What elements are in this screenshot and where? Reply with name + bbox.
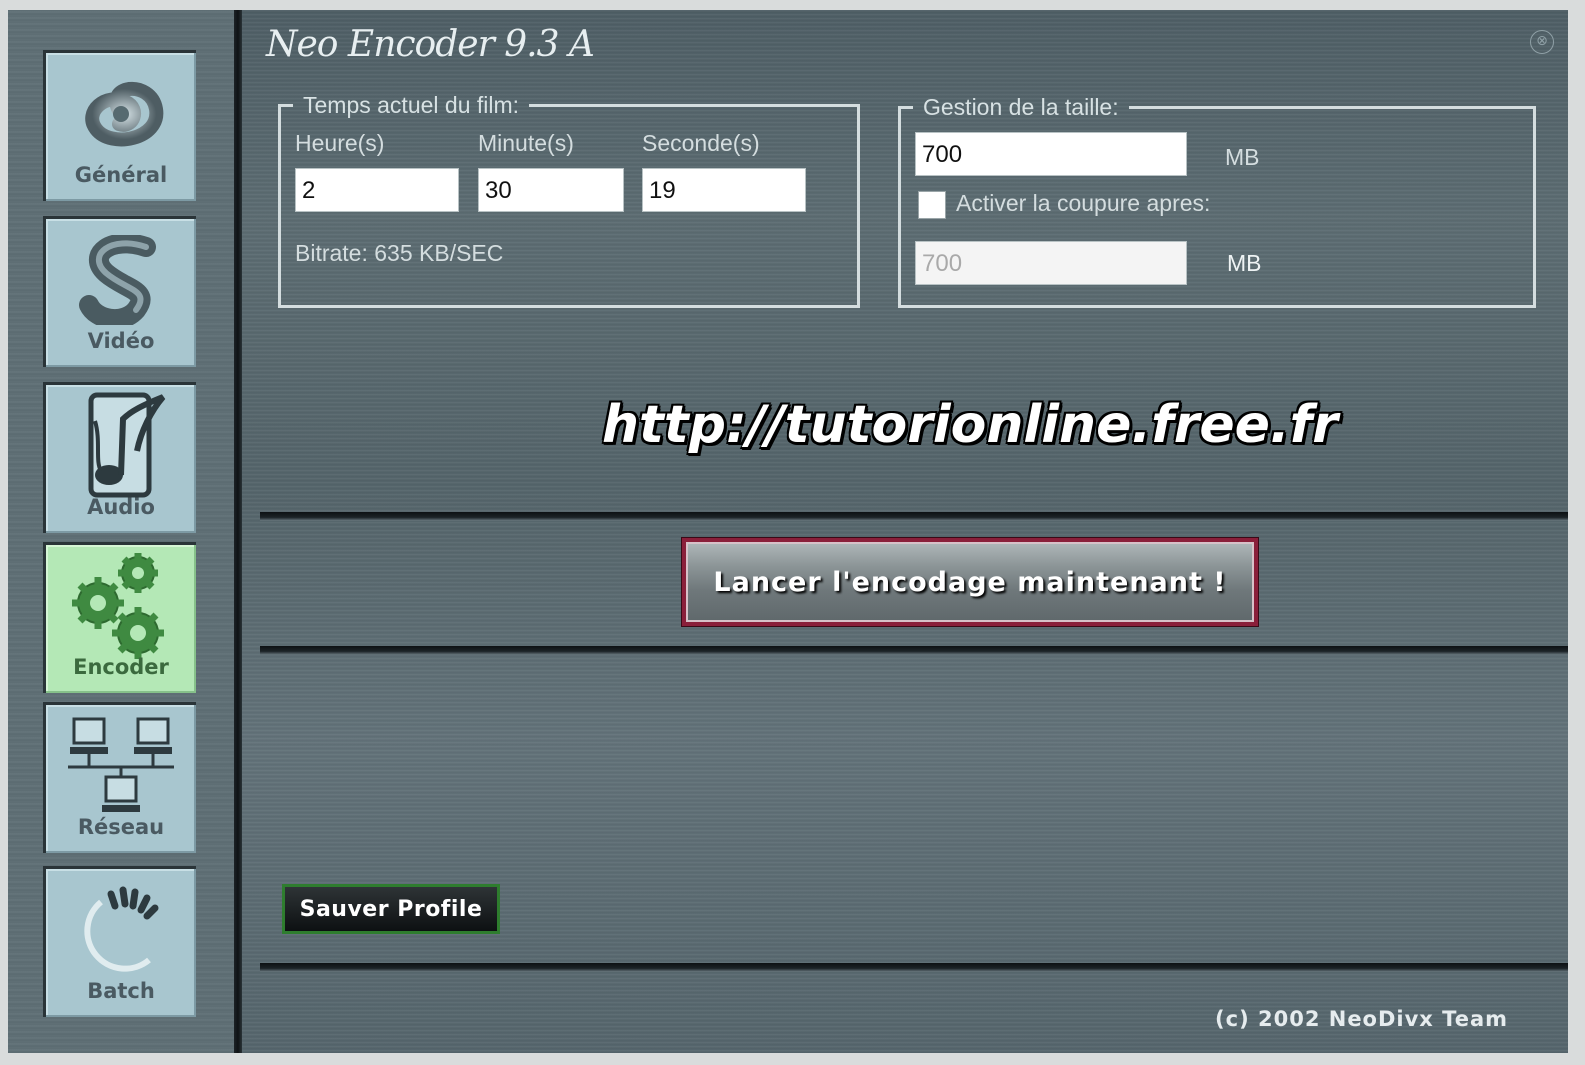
app-window: Général Vidéo Audio Encoder Réseau Batch…	[8, 10, 1568, 1053]
time-group-legend: Temps actuel du film:	[303, 92, 520, 118]
split-unit: MB	[1227, 250, 1262, 276]
nav-item-video[interactable]: Vidéo	[43, 216, 196, 367]
app-title: Neo Encoder 9.3 A	[266, 24, 595, 65]
bitrate-text: Bitrate: 635 KB/SEC	[295, 240, 504, 266]
video-s-icon	[46, 227, 196, 332]
nav-item-label: Vidéo	[87, 329, 155, 353]
minutes-input[interactable]: 30	[478, 168, 624, 212]
split-label: Activer la coupure apres:	[956, 190, 1211, 216]
nav-item-batch[interactable]: Batch	[43, 866, 196, 1017]
network-icon	[46, 713, 196, 818]
split-size-input[interactable]: 700	[915, 241, 1187, 285]
nav-item-label: Encoder	[73, 655, 169, 679]
copyright-text: (c) 2002 NeoDivx Team	[1215, 1007, 1508, 1031]
music-note-icon	[46, 392, 196, 498]
nav-item-encoder[interactable]: Encoder	[43, 542, 196, 693]
sidebar-divider	[234, 10, 242, 1053]
split-checkbox[interactable]	[918, 191, 946, 219]
swirl-icon	[46, 61, 196, 166]
nav-item-label: Général	[74, 163, 168, 187]
hours-label: Heure(s)	[295, 130, 385, 156]
banner-url: http://tutorionline.free.fr	[602, 395, 1338, 455]
save-profile-button[interactable]: Sauver Profile	[282, 884, 500, 934]
seconds-label: Seconde(s)	[642, 130, 760, 156]
nav-item-audio[interactable]: Audio	[43, 382, 196, 533]
hours-input[interactable]: 2	[295, 168, 459, 212]
sidebar: Général Vidéo Audio Encoder Réseau Batch	[8, 10, 234, 1053]
gears-icon	[46, 552, 196, 659]
nav-item-reseau[interactable]: Réseau	[43, 702, 196, 853]
nav-item-label: Audio	[87, 495, 155, 519]
batch-spinner-icon	[46, 877, 196, 982]
close-button[interactable]: ⊗	[1530, 30, 1554, 54]
separator-line	[260, 512, 1568, 521]
separator-line	[260, 646, 1568, 655]
nav-item-label: Batch	[87, 979, 155, 1003]
start-encode-button[interactable]: Lancer l'encodage maintenant !	[682, 538, 1258, 626]
separator-line	[260, 963, 1568, 972]
size-group-legend: Gestion de la taille:	[923, 94, 1119, 120]
seconds-input[interactable]: 19	[642, 168, 806, 212]
size-unit: MB	[1225, 144, 1260, 170]
size-input[interactable]: 700	[915, 132, 1187, 176]
nav-item-label: Réseau	[77, 815, 165, 839]
minutes-label: Minute(s)	[478, 130, 574, 156]
nav-item-general[interactable]: Général	[43, 50, 196, 201]
main-panel: Neo Encoder 9.3 A ⊗ Temps actuel du film…	[242, 10, 1568, 1053]
